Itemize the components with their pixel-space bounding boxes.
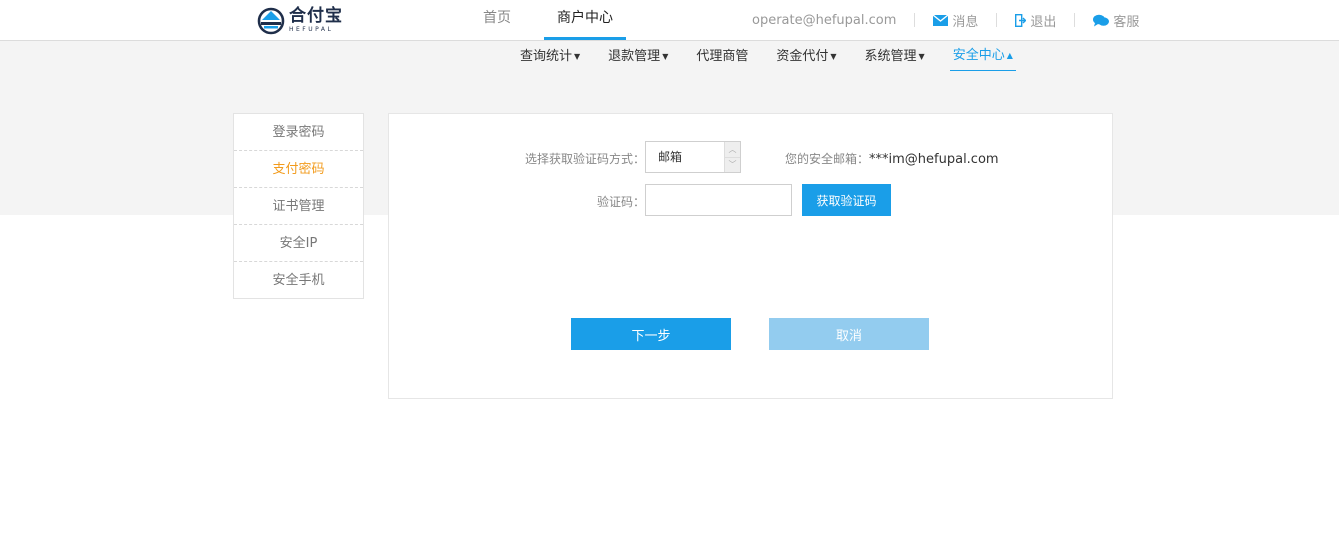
method-value: 邮箱 [658,150,683,164]
next-button[interactable]: 下一步 [571,318,731,350]
subnav-query-stats-label: 查询统计 [520,48,573,64]
method-spinner[interactable]: ︿ ﹀ [724,142,740,172]
verification-code-input[interactable] [645,184,792,216]
user-area: operate@hefupal.com 消息 退出 客服 [752,0,1139,40]
subnav-agent-mgmt[interactable]: 代理商管 [696,41,748,71]
logo-text: 合付宝 HEFUPAL [289,5,343,33]
logout-link[interactable]: 退出 [1015,11,1056,30]
sidebar-item-pay-password[interactable]: 支付密码 [234,151,363,188]
sidebar-item-safe-ip[interactable]: 安全IP [234,225,363,262]
subnav-fund-payment-label: 资金代付 [776,48,829,64]
caret-up-icon: ▲ [1006,51,1013,60]
subnav-system-mgmt[interactable]: 系统管理 ▼ [865,41,925,71]
subnav-fund-payment[interactable]: 资金代付 ▼ [776,41,836,71]
subnav-refund-mgmt-label: 退款管理 [608,48,661,64]
chat-icon [1093,14,1110,26]
logout-label: 退出 [1030,14,1057,30]
subnav-query-stats[interactable]: 查询统计 ▼ [520,41,580,71]
top-header: 合付宝 HEFUPAL 首页 商户中心 operate@hefupal.com … [0,0,1339,41]
nav-merchant-center[interactable]: 商户中心 [544,0,626,40]
divider [1074,13,1076,27]
mail-icon [933,14,949,26]
logo[interactable]: 合付宝 HEFUPAL [256,5,343,35]
subnav-security-center[interactable]: 安全中心 ▲ [949,41,1016,71]
get-code-button[interactable]: 获取验证码 [802,184,891,216]
verify-panel: 选择获取验证码方式： 邮箱 ︿ ﹀ 您的安全邮箱：***im@hefupal.c… [388,113,1113,399]
method-select[interactable]: 邮箱 ︿ ﹀ [645,141,741,173]
method-label: 选择获取验证码方式： [524,152,645,166]
sidebar-item-login-password[interactable]: 登录密码 [234,114,363,151]
messages-link[interactable]: 消息 [933,11,978,30]
chevron-down-icon[interactable]: ﹀ [725,158,740,173]
divider [914,13,916,27]
main-nav: 首页 商户中心 [470,0,646,40]
service-link[interactable]: 客服 [1093,11,1139,30]
security-sidebar: 登录密码 支付密码 证书管理 安全IP 安全手机 [233,113,364,299]
subnav-security-center-label: 安全中心 [952,48,1005,63]
caret-down-icon: ▼ [574,51,581,61]
subnav-refund-mgmt[interactable]: 退款管理 ▼ [608,41,668,71]
service-label: 客服 [1113,14,1140,30]
subnav-system-mgmt-label: 系统管理 [864,48,917,64]
caret-down-icon: ▼ [918,51,925,61]
cancel-button[interactable]: 取消 [769,318,929,350]
subnav-agent-mgmt-label: 代理商管 [696,48,749,64]
logo-name-en: HEFUPAL [289,25,334,33]
sidebar-item-certificate[interactable]: 证书管理 [234,188,363,225]
safe-email-value: ***im@hefupal.com [869,152,999,167]
logo-name-cn: 合付宝 [289,5,343,26]
logo-mark-icon [257,7,285,35]
caret-down-icon: ▼ [830,51,837,61]
safe-email-info: 您的安全邮箱：***im@hefupal.com [785,150,999,167]
safe-email-label: 您的安全邮箱： [785,152,870,166]
caret-down-icon: ▼ [662,51,669,61]
logout-icon [1015,13,1027,27]
sidebar-item-safe-phone[interactable]: 安全手机 [234,262,363,298]
user-email: operate@hefupal.com [752,12,897,28]
chevron-up-icon[interactable]: ︿ [725,142,740,158]
messages-label: 消息 [952,14,979,30]
code-label: 验证码： [596,195,645,209]
divider [996,13,998,27]
nav-home[interactable]: 首页 [470,0,524,40]
sub-nav: 查询统计 ▼ 退款管理 ▼ 代理商管 资金代付 ▼ 系统管理 ▼ 安全中心 ▲ [520,41,1044,71]
